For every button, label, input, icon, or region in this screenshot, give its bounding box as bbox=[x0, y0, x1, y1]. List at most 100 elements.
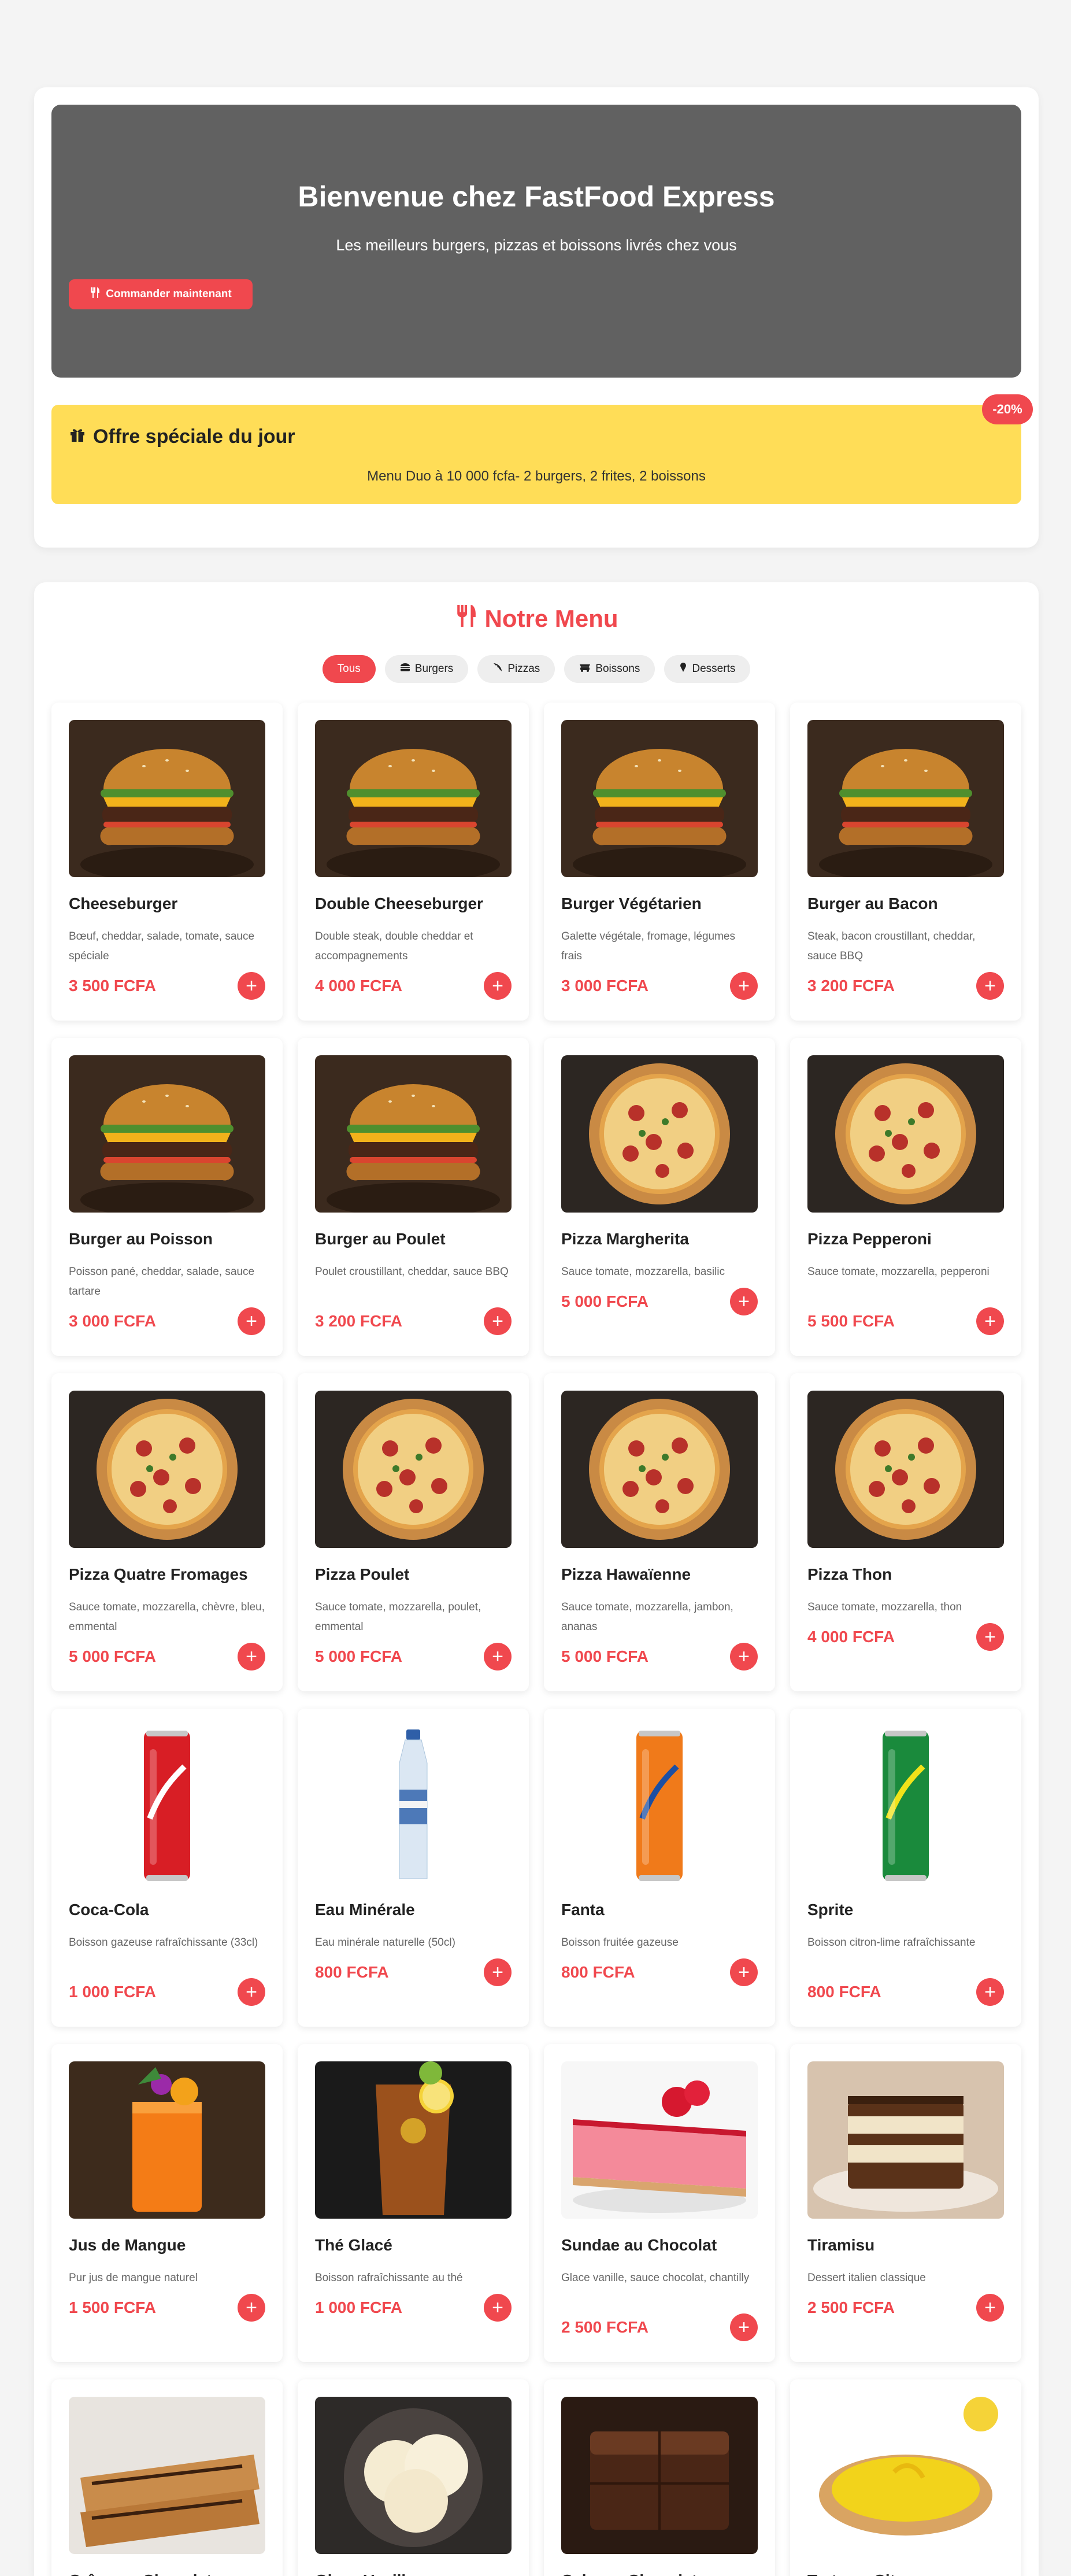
filter-label: Boissons bbox=[595, 663, 640, 675]
menu-item-name: Tarte au Citron bbox=[807, 2571, 1004, 2576]
menu-item-footer: 3 200 FCFA + bbox=[315, 1307, 512, 1335]
menu-item-description: Boisson fruitée gazeuse bbox=[561, 1936, 679, 1949]
add-to-cart-button[interactable]: + bbox=[730, 972, 758, 1000]
menu-item-description: Sauce tomate, mozzarella, chèvre, bleu, … bbox=[69, 1601, 265, 1633]
menu-item-footer: 5 000 FCFA + bbox=[315, 1643, 512, 1670]
menu-item-card: Pizza Hawaïenne Sauce tomate, mozzarella,… bbox=[544, 1373, 775, 1691]
add-to-cart-button[interactable]: + bbox=[484, 1307, 512, 1335]
menu-item-footer: 5 500 FCFA + bbox=[807, 1307, 1004, 1335]
order-now-label: Commander maintenant bbox=[106, 288, 232, 300]
menu-item-price: 4 000 FCFA bbox=[807, 1628, 895, 1646]
menu-item-footer: 4 000 FCFA + bbox=[807, 1623, 1004, 1651]
menu-item-footer: 800 FCFA + bbox=[315, 1958, 512, 1986]
menu-item-footer: 3 000 FCFA + bbox=[69, 1307, 265, 1335]
add-to-cart-button[interactable]: + bbox=[976, 1623, 1004, 1651]
menu-item-name: Cheeseburger bbox=[69, 895, 178, 912]
menu-item-card: Pizza Margherita Sauce tomate, mozzarella… bbox=[544, 1038, 775, 1356]
add-to-cart-button[interactable]: + bbox=[238, 2294, 265, 2322]
menu-item-footer: 1 000 FCFA + bbox=[315, 2294, 512, 2322]
menu-item-description: Poisson pané, cheddar, salade, sauce tar… bbox=[69, 1266, 255, 1298]
menu-item-name: Burger au Poisson bbox=[69, 1230, 213, 1248]
add-to-cart-button[interactable]: + bbox=[238, 972, 265, 1000]
add-to-cart-button[interactable]: + bbox=[484, 1958, 512, 1986]
menu-item-price: 3 000 FCFA bbox=[561, 977, 648, 995]
menu-item-image bbox=[807, 1391, 1004, 1548]
add-to-cart-button[interactable]: + bbox=[238, 1307, 265, 1335]
menu-item-price: 800 FCFA bbox=[807, 1983, 881, 2001]
menu-item-name: Jus de Mangue bbox=[69, 2236, 186, 2254]
menu-item-footer: 800 FCFA + bbox=[807, 1978, 1004, 2006]
filter-boissons[interactable]: Boissons bbox=[564, 655, 655, 683]
menu-item-card: Coca-Cola Boisson gazeuse rafraîchissante… bbox=[51, 1709, 283, 2027]
menu-item-name: Pizza Hawaïenne bbox=[561, 1565, 691, 1583]
menu-item-price: 3 500 FCFA bbox=[69, 977, 156, 995]
add-to-cart-button[interactable]: + bbox=[976, 1307, 1004, 1335]
menu-item-image bbox=[561, 1055, 758, 1213]
menu-item-price: 5 500 FCFA bbox=[807, 1312, 895, 1330]
discount-badge: -20% bbox=[982, 394, 1033, 424]
menu-item-image bbox=[561, 2397, 758, 2554]
gift-icon bbox=[69, 426, 86, 448]
menu-item-card: Cake au Chocolat bbox=[544, 2379, 775, 2576]
filter-desserts[interactable]: Desserts bbox=[664, 655, 751, 683]
menu-item-image bbox=[561, 2061, 758, 2219]
menu-item-image bbox=[315, 1391, 512, 1548]
menu-item-card: Thé Glacé Boisson rafraîchissante au thé 1… bbox=[298, 2044, 529, 2362]
menu-item-name: Eau Minérale bbox=[315, 1901, 415, 1919]
menu-item-image bbox=[807, 1726, 1004, 1883]
menu-item-price: 1 000 FCFA bbox=[315, 2298, 402, 2316]
menu-item-footer: 4 000 FCFA + bbox=[315, 972, 512, 1000]
menu-item-footer: 1 500 FCFA + bbox=[69, 2294, 265, 2322]
filter-tous[interactable]: Tous bbox=[322, 655, 376, 683]
add-to-cart-button[interactable]: + bbox=[484, 972, 512, 1000]
filter-burgers[interactable]: Burgers bbox=[384, 655, 469, 683]
menu-item-description: Glace vanille, sauce chocolat, chantilly bbox=[561, 2272, 750, 2284]
menu-item-description: Boisson rafraîchissante au thé bbox=[315, 2272, 463, 2284]
menu-item-card: Tiramisu Dessert italien classique 2 500 F… bbox=[790, 2044, 1021, 2362]
menu-item-image bbox=[315, 1726, 512, 1883]
add-to-cart-button[interactable]: + bbox=[730, 1288, 758, 1315]
menu-item-name: Coca-Cola bbox=[69, 1901, 149, 1919]
add-to-cart-button[interactable]: + bbox=[976, 2294, 1004, 2322]
add-to-cart-button[interactable]: + bbox=[976, 1978, 1004, 2006]
add-to-cart-button[interactable]: + bbox=[730, 2313, 758, 2341]
filter-label: Desserts bbox=[692, 663, 736, 675]
menu-item-image bbox=[315, 2061, 512, 2219]
menu-item-name: Double Cheeseburger bbox=[315, 895, 483, 912]
menu-item-price: 2 500 FCFA bbox=[561, 2318, 648, 2336]
menu-item-name: Pizza Quatre Fromages bbox=[69, 1565, 248, 1583]
special-offer-card: Offre spéciale du jour Menu Duo à 10 000… bbox=[51, 405, 1021, 504]
menu-item-name: Burger au Bacon bbox=[807, 895, 938, 912]
menu-item-name: Pizza Margherita bbox=[561, 1230, 689, 1248]
hero-subtitle: Les meilleurs burgers, pizzas et boisson… bbox=[336, 236, 737, 254]
menu-item-image bbox=[807, 720, 1004, 877]
category-filters: Tous Burgers Pizzas Boissons Desserts bbox=[34, 655, 1039, 683]
menu-item-footer: 2 500 FCFA + bbox=[807, 2294, 1004, 2322]
menu-item-card: Sprite Boisson citron-lime rafraîchissant… bbox=[790, 1709, 1021, 2027]
utensils-icon bbox=[455, 603, 477, 634]
menu-item-image bbox=[69, 2061, 265, 2219]
menu-item-description: Sauce tomate, mozzarella, pepperoni bbox=[807, 1266, 990, 1278]
order-now-button[interactable]: Commander maintenant bbox=[69, 279, 253, 309]
menu-item-card: Burger au Poisson Poisson pané, cheddar, … bbox=[51, 1038, 283, 1356]
add-to-cart-button[interactable]: + bbox=[484, 2294, 512, 2322]
add-to-cart-button[interactable]: + bbox=[976, 972, 1004, 1000]
add-to-cart-button[interactable]: + bbox=[484, 1643, 512, 1670]
menu-item-image bbox=[315, 1055, 512, 1213]
menu-item-image bbox=[315, 2397, 512, 2554]
add-to-cart-button[interactable]: + bbox=[730, 1958, 758, 1986]
menu-item-footer: 3 500 FCFA + bbox=[69, 972, 265, 1000]
filter-label: Pizzas bbox=[507, 663, 540, 675]
menu-item-name: Burger Végétarien bbox=[561, 895, 702, 912]
menu-item-image bbox=[807, 2061, 1004, 2219]
add-to-cart-button[interactable]: + bbox=[238, 1978, 265, 2006]
menu-item-description: Sauce tomate, mozzarella, jambon, ananas bbox=[561, 1601, 733, 1633]
menu-item-price: 1 500 FCFA bbox=[69, 2298, 156, 2316]
menu-item-footer: 2 500 FCFA + bbox=[561, 2313, 758, 2341]
add-to-cart-button[interactable]: + bbox=[238, 1643, 265, 1670]
menu-item-card: Crêpe au Chocolat bbox=[51, 2379, 283, 2576]
filter-pizzas[interactable]: Pizzas bbox=[477, 655, 555, 683]
offer-heading: Offre spéciale du jour bbox=[69, 426, 295, 448]
add-to-cart-button[interactable]: + bbox=[730, 1643, 758, 1670]
menu-item-description: Dessert italien classique bbox=[807, 2272, 926, 2284]
